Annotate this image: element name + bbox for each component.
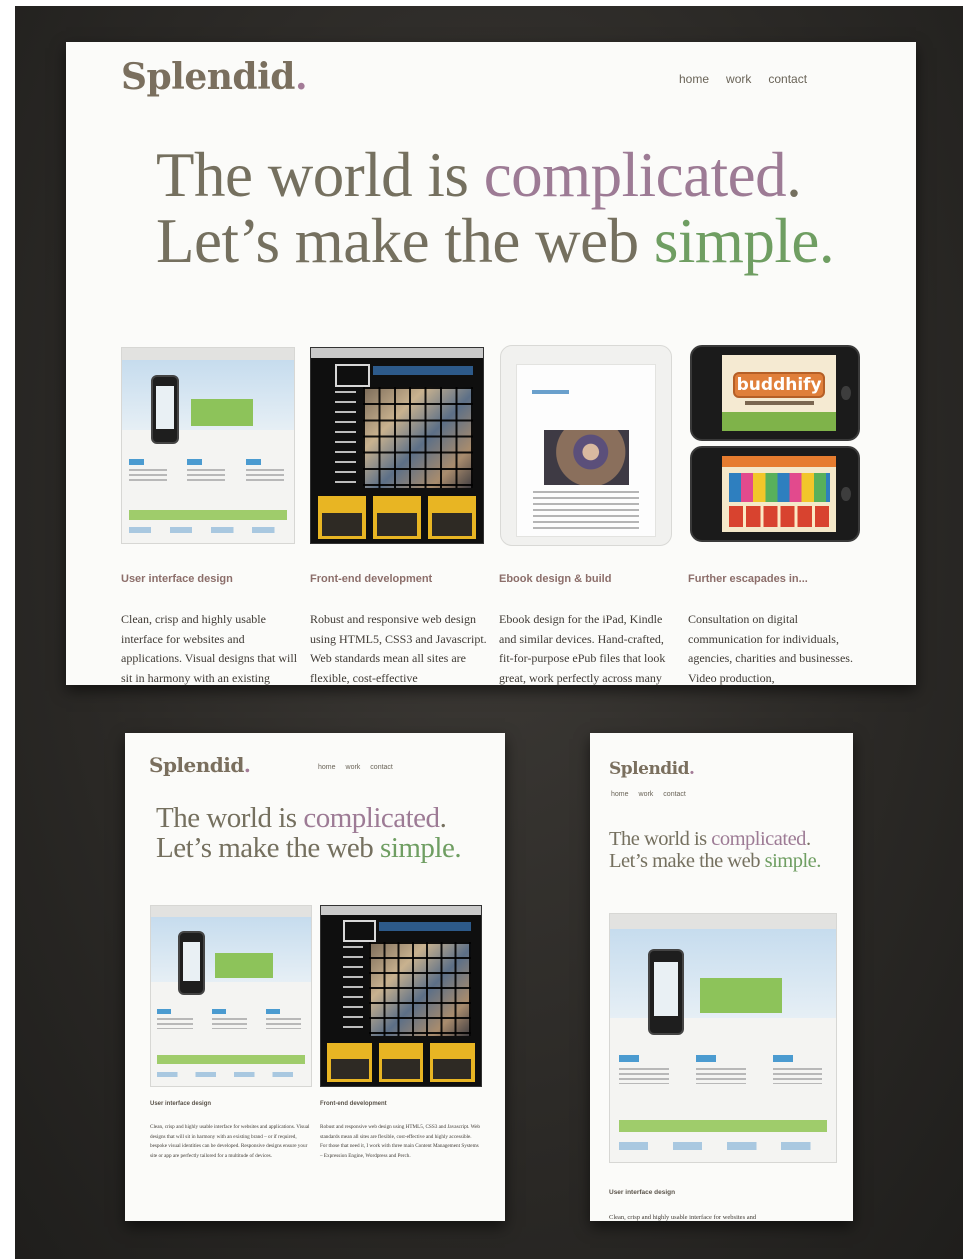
- front-end-thumbnail[interactable]: [310, 347, 484, 544]
- hero-headline: The world is complicated. Let’s make the…: [156, 802, 462, 865]
- service-title: User interface design: [150, 1101, 212, 1107]
- service-description: Robust and responsive web design using H…: [320, 1124, 480, 1159]
- site-logo[interactable]: Splendid.: [149, 753, 251, 777]
- service-title: Front-end development: [310, 573, 433, 585]
- nav-home-link[interactable]: home: [318, 764, 336, 771]
- tablet-preview: Splendid. home work contact The world is…: [125, 733, 505, 1221]
- ui-design-thumbnail[interactable]: [121, 347, 295, 544]
- nav-contact-link[interactable]: contact: [370, 764, 393, 771]
- hero-headline: The world is complicated. Let’s make the…: [609, 828, 821, 872]
- service-title: Ebook design & build: [499, 573, 612, 585]
- nav-contact-link[interactable]: contact: [663, 791, 686, 798]
- service-title: Further escapades in...: [688, 573, 808, 585]
- ebook-ipad-thumbnail[interactable]: [500, 345, 672, 546]
- service-title: Front-end development: [320, 1101, 387, 1107]
- ui-design-thumbnail[interactable]: [150, 905, 312, 1087]
- nav-home-link[interactable]: home: [611, 791, 629, 798]
- service-description: Clean, crisp and highly usable interface…: [121, 612, 298, 685]
- headline-line-2: Let’s make the web simple.: [609, 849, 821, 872]
- desktop-preview: Splendid. home work contact The world is…: [66, 42, 916, 685]
- buddhify-phone-thumbnail[interactable]: buddhify: [690, 345, 860, 441]
- service-description: Robust and responsive web design using H…: [310, 612, 487, 685]
- service-description: Clean, crisp and highly usable interface…: [150, 1124, 310, 1159]
- headline-line-1: The world is complicated.: [156, 802, 447, 834]
- ui-design-thumbnail[interactable]: [609, 913, 837, 1163]
- site-logo[interactable]: Splendid.: [121, 56, 308, 98]
- main-nav: home work contact: [679, 72, 807, 86]
- nav-contact-link[interactable]: contact: [768, 72, 807, 86]
- buddhify-app-label: buddhify: [733, 371, 825, 398]
- service-description: Ebook design for the iPad, Kindle and si…: [499, 612, 666, 685]
- main-nav: home work contact: [318, 764, 393, 771]
- nav-work-link[interactable]: work: [639, 791, 654, 798]
- nav-work-link[interactable]: work: [346, 764, 361, 771]
- headline-line-2: Let’s make the web simple.: [156, 832, 462, 865]
- app-phone-thumbnail[interactable]: [690, 446, 860, 542]
- front-end-thumbnail[interactable]: [320, 905, 482, 1087]
- mobile-preview: Splendid. home work contact The world is…: [590, 733, 853, 1221]
- headline-line-1: The world is complicated.: [609, 828, 811, 850]
- nav-home-link[interactable]: home: [679, 72, 709, 86]
- hero-headline: The world is complicated. Let’s make the…: [156, 140, 835, 277]
- service-description: Clean, crisp and highly usable interface…: [609, 1214, 757, 1221]
- main-nav: home work contact: [611, 791, 686, 798]
- headline-line-1: The world is complicated.: [156, 140, 802, 210]
- nav-work-link[interactable]: work: [726, 72, 751, 86]
- service-description: Consultation on digital communication fo…: [688, 612, 853, 685]
- service-title: User interface design: [609, 1189, 676, 1196]
- headline-line-2: Let’s make the web simple.: [156, 206, 835, 277]
- site-logo[interactable]: Splendid.: [609, 759, 695, 779]
- service-title: User interface design: [121, 573, 233, 585]
